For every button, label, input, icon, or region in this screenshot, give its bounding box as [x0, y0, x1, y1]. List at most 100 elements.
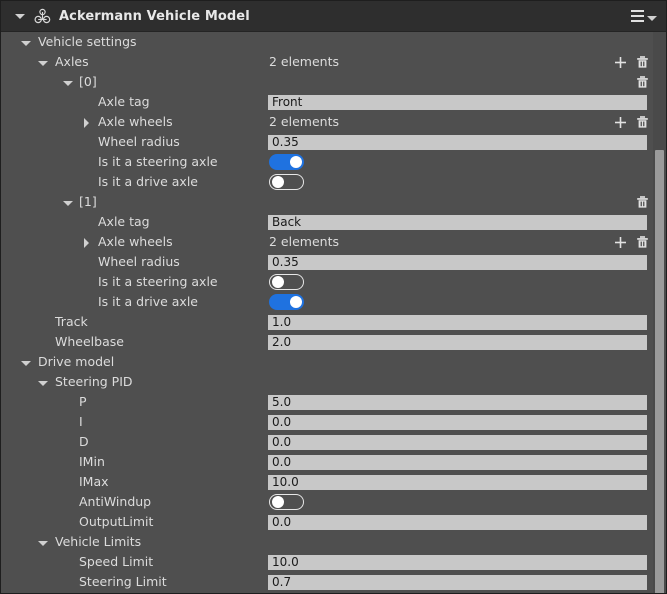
property-row: AntiWindup — [1, 492, 666, 512]
property-label-axle-tag: Axle tag — [98, 92, 150, 112]
expander-glyph — [84, 238, 89, 248]
property-label-steering-pid: Steering PID — [55, 372, 133, 392]
property-input-speed-limit[interactable] — [268, 555, 647, 570]
triangle-down-icon[interactable] — [38, 540, 48, 546]
property-label-0: [0] — [79, 72, 97, 92]
expander-glyph — [38, 61, 48, 66]
property-row: IMax — [1, 472, 666, 492]
property-input-imax[interactable] — [268, 475, 647, 490]
property-row: Axle wheels2 elements — [1, 232, 666, 252]
property-row: Speed Limit — [1, 552, 666, 572]
expander-glyph — [21, 361, 31, 366]
property-row: Steering Limit — [1, 572, 666, 592]
triangle-down-icon[interactable] — [63, 200, 73, 206]
property-label-d: D — [79, 432, 89, 452]
property-row: [0] — [1, 72, 666, 92]
property-row: Drive model — [1, 352, 666, 372]
triangle-down-icon[interactable] — [63, 80, 73, 86]
hamburger-menu-button[interactable] — [631, 7, 657, 25]
property-label-axles: Axles — [55, 52, 89, 72]
delete-element-button[interactable] — [635, 195, 650, 210]
property-row: OutputLimit — [1, 512, 666, 532]
property-input-wheel-radius[interactable] — [268, 255, 647, 270]
property-row: Wheel radius — [1, 132, 666, 152]
triangle-down-icon[interactable] — [21, 40, 31, 46]
property-input-axle-tag[interactable] — [268, 95, 647, 110]
triangle-right-icon[interactable] — [81, 120, 91, 126]
add-element-button[interactable] — [613, 115, 628, 130]
add-element-button[interactable] — [613, 235, 628, 250]
delete-element-button[interactable] — [635, 75, 650, 90]
property-row: Axle wheels2 elements — [1, 112, 666, 132]
property-input-d[interactable] — [268, 435, 647, 450]
property-row: I — [1, 412, 666, 432]
chevron-down-icon — [647, 16, 657, 21]
property-input-axle-tag[interactable] — [268, 215, 647, 230]
property-label-antiwindup: AntiWindup — [79, 492, 151, 512]
property-input-outputlimit[interactable] — [268, 515, 647, 530]
property-input-wheelbase[interactable] — [268, 335, 647, 350]
property-label-vehicle-limits: Vehicle Limits — [55, 532, 141, 552]
property-label-is-it-a-steering-axle: Is it a steering axle — [98, 152, 218, 172]
property-label-wheel-radius: Wheel radius — [98, 132, 180, 152]
toggle-knob — [290, 296, 302, 308]
property-row: Wheelbase — [1, 332, 666, 352]
expander-glyph — [38, 381, 48, 386]
element-count-label: 2 elements — [269, 52, 339, 72]
add-element-button[interactable] — [613, 55, 628, 70]
property-row-list: Vehicle settingsAxles2 elements[0]Axle t… — [1, 32, 666, 594]
property-label-is-it-a-drive-axle: Is it a drive axle — [98, 172, 198, 192]
property-toggle-is-it-a-steering-axle[interactable] — [269, 274, 304, 290]
property-input-p[interactable] — [268, 395, 647, 410]
vehicle-axle-icon — [33, 7, 51, 25]
triangle-right-icon[interactable] — [81, 240, 91, 246]
delete-element-button[interactable] — [635, 115, 650, 130]
triangle-down-icon[interactable] — [21, 360, 31, 366]
property-row: D — [1, 432, 666, 452]
delete-element-button[interactable] — [635, 55, 650, 70]
panel-expander-toggle[interactable] — [15, 14, 25, 19]
property-toggle-is-it-a-steering-axle[interactable] — [269, 154, 304, 170]
property-toggle-is-it-a-drive-axle[interactable] — [269, 174, 304, 190]
property-label-is-it-a-steering-axle: Is it a steering axle — [98, 272, 218, 292]
expander-glyph — [63, 81, 73, 86]
property-row: P — [1, 392, 666, 412]
property-label-axle-wheels: Axle wheels — [98, 232, 173, 252]
property-label-1: [1] — [79, 192, 97, 212]
property-row: Axles 2 elements — [1, 52, 666, 72]
triangle-down-icon — [15, 14, 25, 19]
property-row: Track — [1, 312, 666, 332]
property-input-steering-limit[interactable] — [268, 575, 647, 590]
property-input-i[interactable] — [268, 415, 647, 430]
property-label-steering-limit: Steering Limit — [79, 572, 167, 592]
property-row: Vehicle settings — [1, 32, 666, 52]
toggle-knob — [272, 176, 284, 188]
vertical-scrollbar-track[interactable] — [653, 32, 666, 594]
property-row: Steering PID — [1, 372, 666, 392]
triangle-down-icon[interactable] — [38, 60, 48, 66]
property-row: Is it a steering axle — [1, 152, 666, 172]
property-row: IMin — [1, 452, 666, 472]
toggle-knob — [272, 496, 284, 508]
delete-element-button[interactable] — [635, 235, 650, 250]
property-toggle-antiwindup[interactable] — [269, 494, 304, 510]
property-row: Is it a steering axle — [1, 272, 666, 292]
property-label-vehicle-settings: Vehicle settings — [38, 32, 137, 52]
property-label-wheelbase: Wheelbase — [55, 332, 124, 352]
property-label-drive-model: Drive model — [38, 352, 114, 372]
property-input-track[interactable] — [268, 315, 647, 330]
expander-glyph — [38, 541, 48, 546]
property-label-outputlimit: OutputLimit — [79, 512, 153, 532]
property-row: Axle tag — [1, 212, 666, 232]
property-label-imin: IMin — [79, 452, 105, 472]
property-label-axle-tag: Axle tag — [98, 212, 150, 232]
property-toggle-is-it-a-drive-axle[interactable] — [269, 294, 304, 310]
property-input-wheel-radius[interactable] — [268, 135, 647, 150]
property-label-i: I — [79, 412, 83, 432]
property-row: [1] — [1, 192, 666, 212]
property-input-imin[interactable] — [268, 455, 647, 470]
triangle-down-icon[interactable] — [38, 380, 48, 386]
hamburger-menu-icon — [631, 10, 644, 22]
toggle-knob — [290, 156, 302, 168]
vertical-scrollbar-thumb[interactable] — [655, 150, 664, 594]
